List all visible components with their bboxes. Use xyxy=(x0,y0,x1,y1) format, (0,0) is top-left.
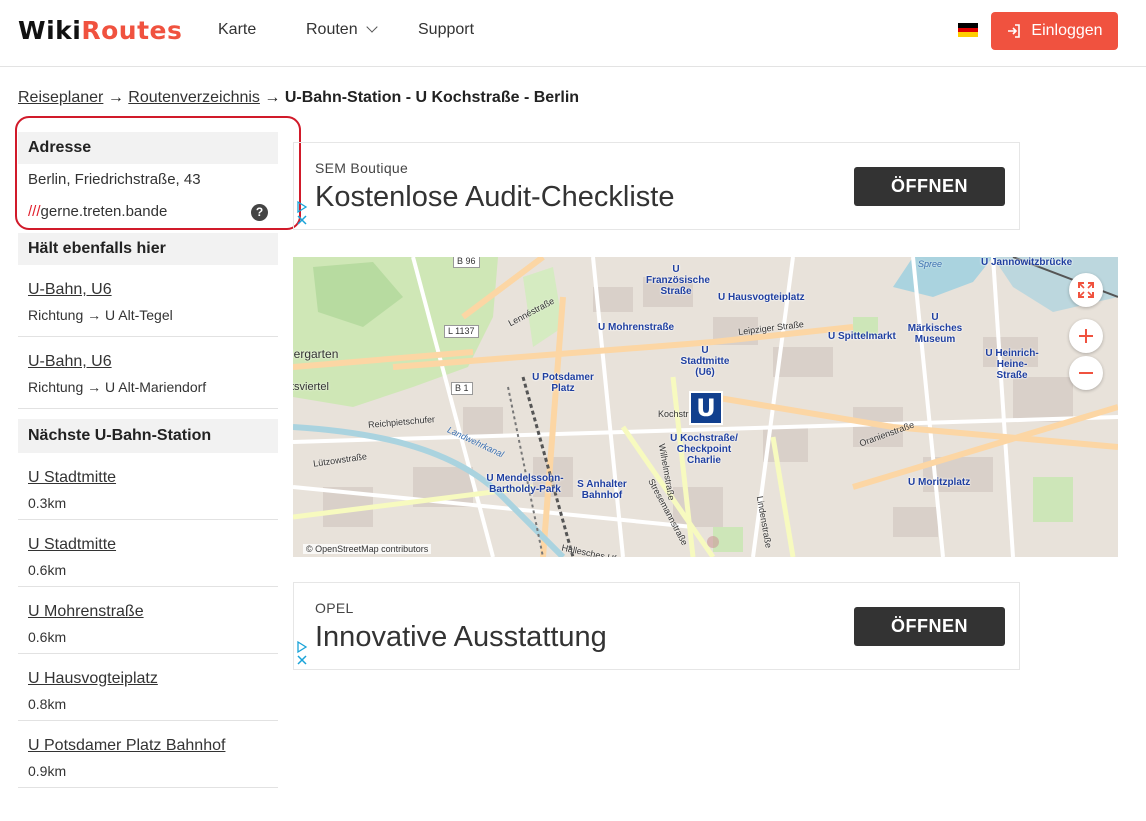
map-street-label: iergarten xyxy=(293,347,339,361)
breadcrumb-arrow: → xyxy=(107,89,124,106)
map-label-station: U Französische Straße xyxy=(646,264,710,297)
station-link[interactable]: U Hausvogteiplatz xyxy=(28,670,158,687)
map-label-station: U Moritzplatz xyxy=(908,477,971,488)
list-item: U Hausvogteiplatz 0.8km xyxy=(18,654,278,721)
ad-banner[interactable]: SEM Boutique Kostenlose Audit-Checkliste… xyxy=(293,142,1020,230)
ad-brand: OPEL xyxy=(315,600,354,616)
page-title: U-Bahn-Station - U Kochstraße - Berlin xyxy=(284,89,580,106)
map-label-station: U Potsdamer Platz xyxy=(532,372,594,394)
ad-open-button[interactable]: ÖFFNEN xyxy=(854,607,1005,646)
stop-direction: Richtung → U Alt-Tegel xyxy=(28,307,173,323)
fullscreen-icon xyxy=(1078,282,1094,298)
map-label-station: U Stadtmitte (U6) xyxy=(680,345,730,378)
login-label: Einloggen xyxy=(1031,22,1103,39)
nav-routes[interactable]: Routen xyxy=(306,21,378,39)
station-distance: 0.3km xyxy=(28,495,67,511)
map-label-station: U Märkisches Museum xyxy=(907,312,963,345)
list-item: U Stadtmitte 0.3km xyxy=(18,453,278,520)
ad-open-button[interactable]: ÖFFNEN xyxy=(854,167,1005,206)
station-link[interactable]: U Potsdamer Platz Bahnhof xyxy=(28,737,225,754)
address-highlight-box xyxy=(15,116,301,230)
ad-banner[interactable]: OPEL Innovative Ausstattung ÖFFNEN xyxy=(293,582,1020,670)
map-street-label: Spree xyxy=(918,259,943,269)
plus-icon xyxy=(1079,329,1093,343)
station-distance: 0.6km xyxy=(28,562,67,578)
road-tag-l1137: L 1137 xyxy=(444,325,479,338)
station-link[interactable]: U Mohrenstraße xyxy=(28,603,144,620)
fullscreen-button[interactable] xyxy=(1069,273,1103,307)
map-label-station: U Mendelssohn-Bartholdy-Park xyxy=(486,473,564,495)
road-tag-b1: B 1 xyxy=(451,382,473,395)
list-item: U-Bahn, U6 Richtung → U Alt-Mariendorf xyxy=(18,337,278,409)
chevron-down-icon xyxy=(365,21,378,33)
nav-routes-label: Routen xyxy=(306,21,358,38)
ad-brand: SEM Boutique xyxy=(315,160,409,176)
login-button[interactable]: Einloggen xyxy=(991,12,1118,50)
map-street-label: Kochstr xyxy=(658,409,689,419)
list-item: U Stadtmitte 0.6km xyxy=(18,520,278,587)
minus-icon xyxy=(1079,372,1093,374)
station-distance: 0.6km xyxy=(28,629,67,645)
ad-headline[interactable]: Kostenlose Audit-Checkliste xyxy=(315,181,674,214)
ad-headline[interactable]: Innovative Ausstattung xyxy=(315,621,607,654)
ubahn-marker-icon[interactable]: U xyxy=(689,391,723,425)
nav-support[interactable]: Support xyxy=(418,21,474,39)
top-header: WikiRoutes Karte Routen Support Einlogge… xyxy=(0,0,1146,67)
login-icon xyxy=(1008,24,1021,38)
map-label-station: U Spittelmarkt xyxy=(828,331,896,342)
station-distance: 0.9km xyxy=(28,763,67,779)
nav-map[interactable]: Karte xyxy=(218,21,256,39)
map[interactable]: B 96 L 1137 B 1 U Französische Straße U … xyxy=(293,257,1118,557)
stop-line-link[interactable]: U-Bahn, U6 xyxy=(28,281,112,298)
stop-direction: Richtung → U Alt-Mariendorf xyxy=(28,379,207,395)
german-flag-icon[interactable] xyxy=(958,23,978,37)
map-label-station: U Heinrich-Heine-Straße xyxy=(985,348,1039,381)
adchoices-icon[interactable] xyxy=(296,200,308,226)
logo-part2: Routes xyxy=(81,16,183,45)
map-label-station: U Hausvogteiplatz xyxy=(718,292,805,303)
zoom-out-button[interactable] xyxy=(1069,356,1103,390)
map-label-station: S Anhalter Bahnhof xyxy=(577,479,627,501)
also-stops-heading: Hält ebenfalls hier xyxy=(18,233,278,265)
list-item: U Mohrenstraße 0.6km xyxy=(18,587,278,654)
adchoices-icon[interactable] xyxy=(296,640,308,666)
list-item: U Potsdamer Platz Bahnhof 0.9km xyxy=(18,721,278,788)
logo-part1: Wiki xyxy=(18,16,82,45)
station-link[interactable]: U Stadtmitte xyxy=(28,536,116,553)
map-label-station: U Mohrenstraße xyxy=(598,322,675,333)
breadcrumb-link-reiseplaner[interactable]: Reiseplaner xyxy=(18,89,103,106)
map-label-station: U Jannowitzbrücke xyxy=(981,257,1073,268)
stop-line-link[interactable]: U-Bahn, U6 xyxy=(28,353,112,370)
station-link[interactable]: U Stadtmitte xyxy=(28,469,116,486)
breadcrumb-arrow: → xyxy=(264,89,281,106)
map-attribution[interactable]: © OpenStreetMap contributors xyxy=(303,544,432,554)
road-tag-b96: B 96 xyxy=(453,257,480,268)
map-street-label: tsviertel xyxy=(293,381,329,393)
station-distance: 0.8km xyxy=(28,696,67,712)
list-item: U-Bahn, U6 Richtung → U Alt-Tegel xyxy=(18,265,278,337)
map-label-station: U Kochstraße/ Checkpoint Charlie xyxy=(670,433,738,466)
breadcrumb-link-routenverzeichnis[interactable]: Routenverzeichnis xyxy=(128,89,260,106)
nearest-heading: Nächste U-Bahn-Station xyxy=(18,419,278,453)
logo[interactable]: WikiRoutes xyxy=(18,16,182,45)
zoom-in-button[interactable] xyxy=(1069,319,1103,353)
breadcrumb: Reiseplaner → Routenverzeichnis → U-Bahn… xyxy=(18,89,579,107)
sidebar: Adresse Berlin, Friedrichstraße, 43 ///g… xyxy=(18,132,278,788)
